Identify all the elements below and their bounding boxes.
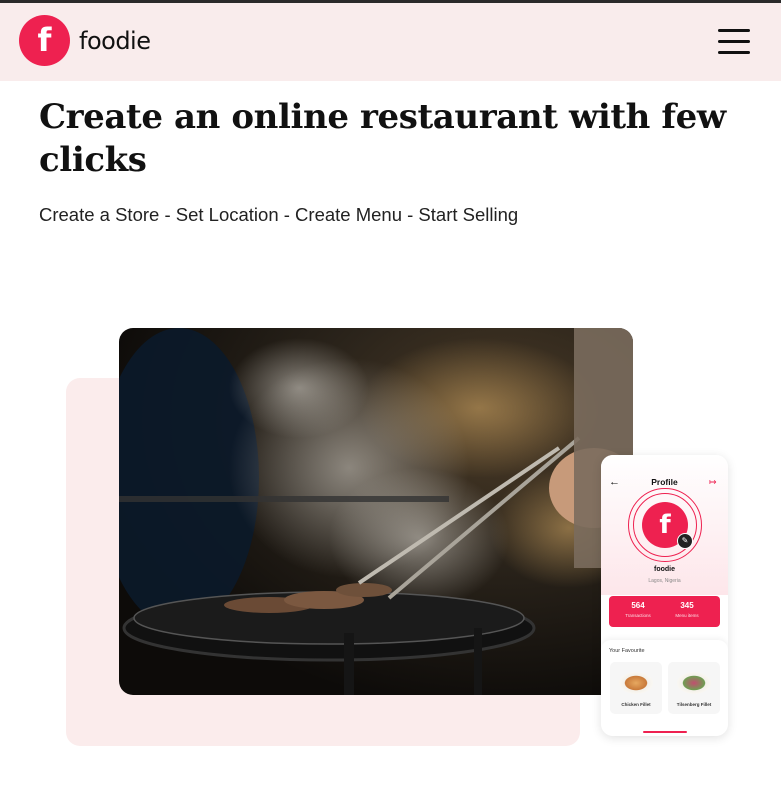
avatar-letter: f [659,510,671,540]
profile-stats: 564 Transactions 345 Menu items [609,596,720,627]
logo-icon: f [19,15,70,66]
favourites-section: Your Favourite Chicken Fillet Tilsenberg… [601,640,728,736]
favourite-label: Tilsenberg Fillet [676,702,712,707]
grilling-photo [119,328,633,695]
favourites-title: Your Favourite [609,648,645,654]
stat-value: 564 [631,601,645,610]
favourite-card[interactable]: Tilsenberg Fillet [668,662,720,714]
stat-label: Transactions [625,613,651,618]
favourite-card[interactable]: Chicken Fillet [610,662,662,714]
stat-value: 345 [680,601,694,610]
profile-name: foodie [654,566,675,573]
brand-logo[interactable]: f foodie [19,15,151,66]
profile-header: ← Profile ↦ f ✎ foodie Lagos, Nigeria [601,455,728,595]
phone-mockup: ← Profile ↦ f ✎ foodie Lagos, Nigeria 56… [601,455,728,736]
hamburger-menu-icon[interactable] [718,29,750,55]
home-indicator [643,731,687,733]
brand-name: foodie [79,26,151,55]
stat-menu-items: 345 Menu items [662,601,712,618]
stat-label: Menu items [675,613,699,618]
dish-image [677,672,711,694]
profile-location: Lagos, Nigeria [648,578,681,584]
logo-letter: f [37,20,52,59]
edit-pencil-icon[interactable]: ✎ [677,533,693,549]
hero-title: Create an online restaurant with few cli… [39,97,726,180]
dish-image [619,672,653,694]
logout-icon[interactable]: ↦ [709,477,717,488]
site-header: f foodie [0,3,781,81]
hero-subtitle: Create a Store - Set Location - Create M… [39,204,519,225]
favourite-label: Chicken Fillet [621,702,651,707]
stat-transactions: 564 Transactions [613,601,663,618]
